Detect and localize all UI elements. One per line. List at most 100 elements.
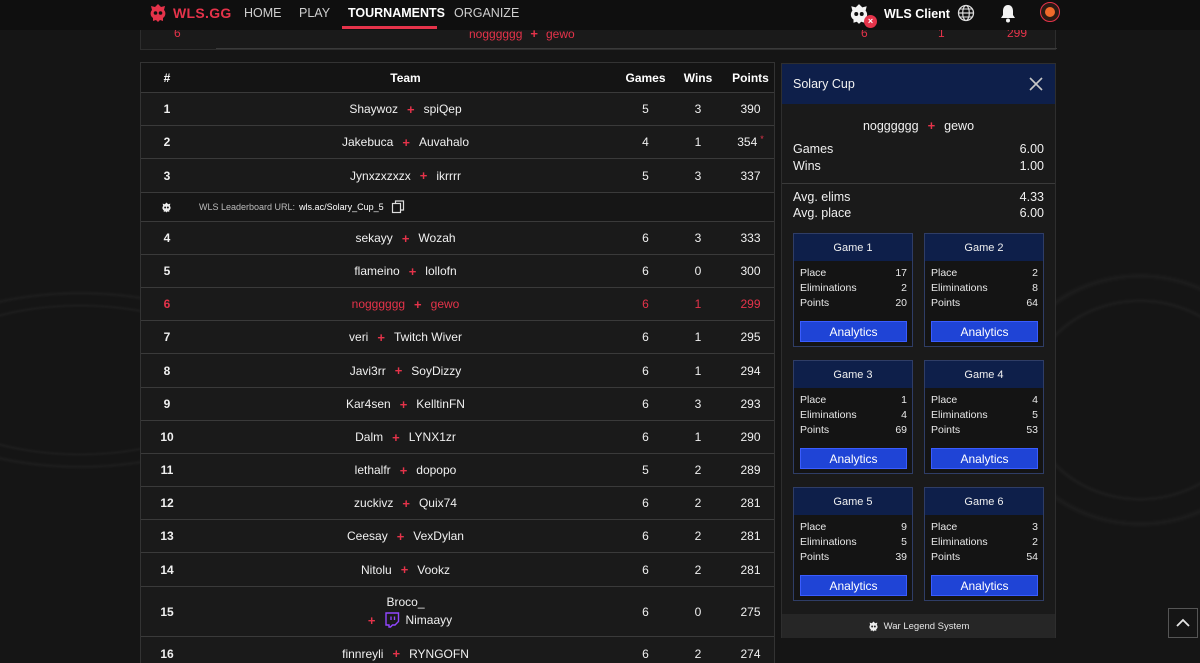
table-row[interactable]: 5 flameino + lollofn 6 0 300	[141, 255, 774, 288]
row-wins: 1	[694, 135, 702, 149]
table-row[interactable]: 16 finnreyli + RYNGOFN 6 2 274	[141, 637, 774, 663]
brand-logo[interactable]: WLS.GG	[148, 3, 232, 23]
table-row-selected[interactable]: 6 nogggggg + gewo 6 1 299	[141, 288, 774, 321]
nav-organize[interactable]: ORGANIZE	[454, 6, 519, 20]
label: Points	[800, 551, 830, 563]
col-team[interactable]: Team	[193, 63, 618, 92]
player1[interactable]: lethalfr	[355, 463, 391, 477]
player1[interactable]: flameino	[354, 264, 399, 278]
plus-icon: +	[392, 429, 400, 445]
player2[interactable]: VexDylan	[413, 529, 464, 543]
player2[interactable]: KelltinFN	[416, 397, 465, 411]
panel-title: Solary Cup	[793, 77, 855, 91]
player2[interactable]: Wozah	[418, 231, 455, 245]
player2[interactable]: SoyDizzy	[411, 364, 461, 378]
player2[interactable]: spiQep	[424, 102, 462, 116]
col-games[interactable]: Games	[618, 63, 673, 92]
label: Eliminations	[931, 409, 988, 421]
game-title: Game 5	[794, 488, 912, 515]
table-row[interactable]: 8 Javi3rr + SoyDizzy 6 1 294	[141, 354, 774, 388]
player2[interactable]: gewo	[431, 297, 460, 311]
player2[interactable]: Vookz	[417, 563, 450, 577]
row-team: veri + Twitch Wiver	[193, 321, 618, 353]
bell-icon[interactable]	[999, 3, 1017, 23]
copy-icon[interactable]	[391, 200, 405, 214]
panel-player2[interactable]: gewo	[944, 119, 974, 133]
analytics-button[interactable]: Analytics	[800, 575, 907, 596]
row-team: lethalfr + dopopo	[193, 454, 618, 486]
row-points: 390	[740, 102, 761, 116]
table-row[interactable]: 14 Nitolu + Vookz 6 2 281	[141, 553, 774, 587]
table-row[interactable]: 12 zuckivz + Quix74 6 2 281	[141, 487, 774, 520]
table-row[interactable]: 7 veri + Twitch Wiver 6 1 295	[141, 321, 774, 354]
analytics-button[interactable]: Analytics	[931, 448, 1038, 469]
player2[interactable]: lollofn	[425, 264, 456, 278]
player1[interactable]: zuckivz	[354, 496, 393, 510]
analytics-button[interactable]: Analytics	[800, 321, 907, 342]
player2[interactable]: ikrrrr	[436, 169, 461, 183]
player1[interactable]: Nitolu	[361, 563, 392, 577]
player1[interactable]: Kar4sen	[346, 397, 391, 411]
player2[interactable]: Quix74	[419, 496, 457, 510]
row-rank: 8	[163, 363, 171, 378]
table-row[interactable]: 15 Broco_ + Nimaayy 6 0 275	[141, 587, 774, 637]
col-points[interactable]: Points	[723, 63, 778, 92]
label: Points	[931, 551, 961, 563]
table-row[interactable]: 11 lethalfr + dopopo 5 2 289	[141, 454, 774, 487]
player1[interactable]: Broco_	[386, 595, 424, 609]
close-icon[interactable]	[1026, 74, 1046, 94]
row-points: 354 *	[723, 126, 778, 158]
analytics-button[interactable]: Analytics	[931, 575, 1038, 596]
user-avatar[interactable]	[1040, 2, 1060, 22]
table-row[interactable]: 13 Ceesay + VexDylan 6 2 281	[141, 520, 774, 553]
player2[interactable]: Nimaayy	[405, 613, 452, 627]
player2[interactable]: LYNX1zr	[409, 430, 456, 444]
player1[interactable]: nogggggg	[352, 297, 405, 311]
table-row[interactable]: 10 Dalm + LYNX1zr 6 1 290	[141, 421, 774, 454]
player1[interactable]: veri	[349, 330, 368, 344]
url-link[interactable]: wls.ac/Solary_Cup_5	[299, 202, 384, 212]
player2[interactable]: dopopo	[416, 463, 456, 477]
col-wins[interactable]: Wins	[673, 63, 723, 92]
player2[interactable]: Auvahalo	[419, 135, 469, 149]
col-rank[interactable]: #	[141, 63, 193, 92]
nav-home[interactable]: HOME	[244, 6, 282, 20]
player1[interactable]: Ceesay	[347, 529, 388, 543]
scroll-to-top-button[interactable]	[1168, 608, 1198, 638]
table-row[interactable]: 4 sekayy + Wozah 6 3 333	[141, 222, 774, 255]
player1[interactable]: Javi3rr	[350, 364, 386, 378]
player1[interactable]: Shaywoz	[349, 102, 398, 116]
row-points: 289	[740, 463, 761, 477]
player1[interactable]: finnreyli	[342, 647, 383, 661]
twitch-icon[interactable]	[384, 612, 400, 628]
value: 9	[901, 521, 907, 533]
analytics-button[interactable]: Analytics	[800, 448, 907, 469]
player1[interactable]: Dalm	[355, 430, 383, 444]
value: 2	[901, 282, 907, 294]
wls-client-button[interactable]: × WLS Client	[848, 3, 950, 28]
player1[interactable]: sekayy	[355, 231, 392, 245]
player2[interactable]: Twitch Wiver	[394, 330, 462, 344]
panel-player1[interactable]: nogggggg	[863, 119, 919, 133]
row-games: 6	[642, 496, 649, 510]
row-wins: 1	[694, 330, 702, 344]
table-row[interactable]: 2 Jakebuca + Auvahalo 4 1 354 *	[141, 126, 774, 159]
table-row[interactable]: 1 Shaywoz + spiQep 5 3 390	[141, 93, 774, 126]
table-row[interactable]: 3 Jynxzxzxzx + ikrrrr 5 3 337	[141, 159, 774, 193]
row-games: 6	[642, 397, 649, 411]
player1[interactable]: Jynxzxzxzx	[350, 169, 411, 183]
globe-icon[interactable]	[957, 4, 975, 22]
game-points: Points 54	[931, 551, 1038, 563]
nav-tournaments[interactable]: TOURNAMENTS	[348, 6, 445, 20]
analytics-button[interactable]: Analytics	[931, 321, 1038, 342]
row-wins: 0	[694, 264, 702, 278]
player1[interactable]: Jakebuca	[342, 135, 393, 149]
game-title: Game 4	[925, 361, 1043, 388]
row-points: 293	[740, 397, 761, 411]
game-elims: Eliminations 8	[931, 282, 1038, 294]
nav-play[interactable]: PLAY	[299, 6, 330, 20]
row-wins: 2	[694, 496, 702, 510]
table-row[interactable]: 9 Kar4sen + KelltinFN 6 3 293	[141, 388, 774, 421]
player2[interactable]: RYNGOFN	[409, 647, 469, 661]
value: 4	[901, 409, 907, 421]
